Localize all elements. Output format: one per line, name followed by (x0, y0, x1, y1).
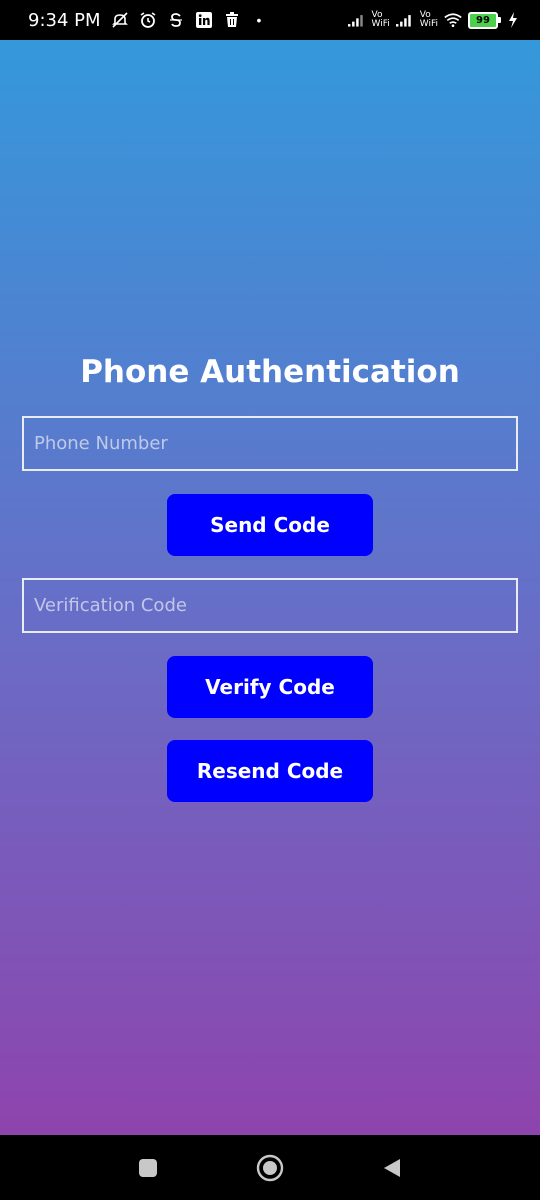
send-code-button[interactable]: Send Code (167, 494, 373, 556)
charging-icon (504, 11, 522, 29)
battery-indicator: 99 (468, 11, 501, 29)
verification-code-input[interactable] (22, 578, 518, 633)
mute-icon (111, 11, 129, 29)
phone-number-input[interactable] (22, 416, 518, 471)
recents-square-icon[interactable] (134, 1154, 162, 1182)
vo-wifi-label-2: Vo WiFi (419, 10, 438, 29)
verify-code-button[interactable]: Verify Code (167, 656, 373, 718)
linkedin-icon (195, 11, 213, 29)
status-right: Vo WiFi Vo WiFi 99 (347, 10, 522, 29)
resend-code-button[interactable]: Resend Code (167, 740, 373, 802)
vo-wifi-label-1: Vo WiFi (371, 10, 390, 29)
page-title: Phone Authentication (80, 354, 460, 390)
home-circle-icon[interactable] (256, 1154, 284, 1182)
notification-dot: • (256, 12, 262, 28)
status-time: 9:34 PM (28, 9, 101, 31)
status-left: 9:34 PM • (28, 10, 261, 31)
signal-icon (347, 11, 366, 29)
auth-screen: Phone Authentication Send Code Verify Co… (0, 40, 540, 1135)
alarm-icon (139, 11, 157, 29)
back-triangle-icon[interactable] (378, 1154, 406, 1182)
s-icon (167, 11, 185, 29)
delete-icon (223, 11, 241, 29)
wifi-icon (444, 11, 462, 29)
signal-icon-2 (395, 11, 414, 29)
navigation-bar (0, 1135, 540, 1200)
status-bar: 9:34 PM • Vo WiFi Vo WiFi 99 (0, 0, 540, 40)
